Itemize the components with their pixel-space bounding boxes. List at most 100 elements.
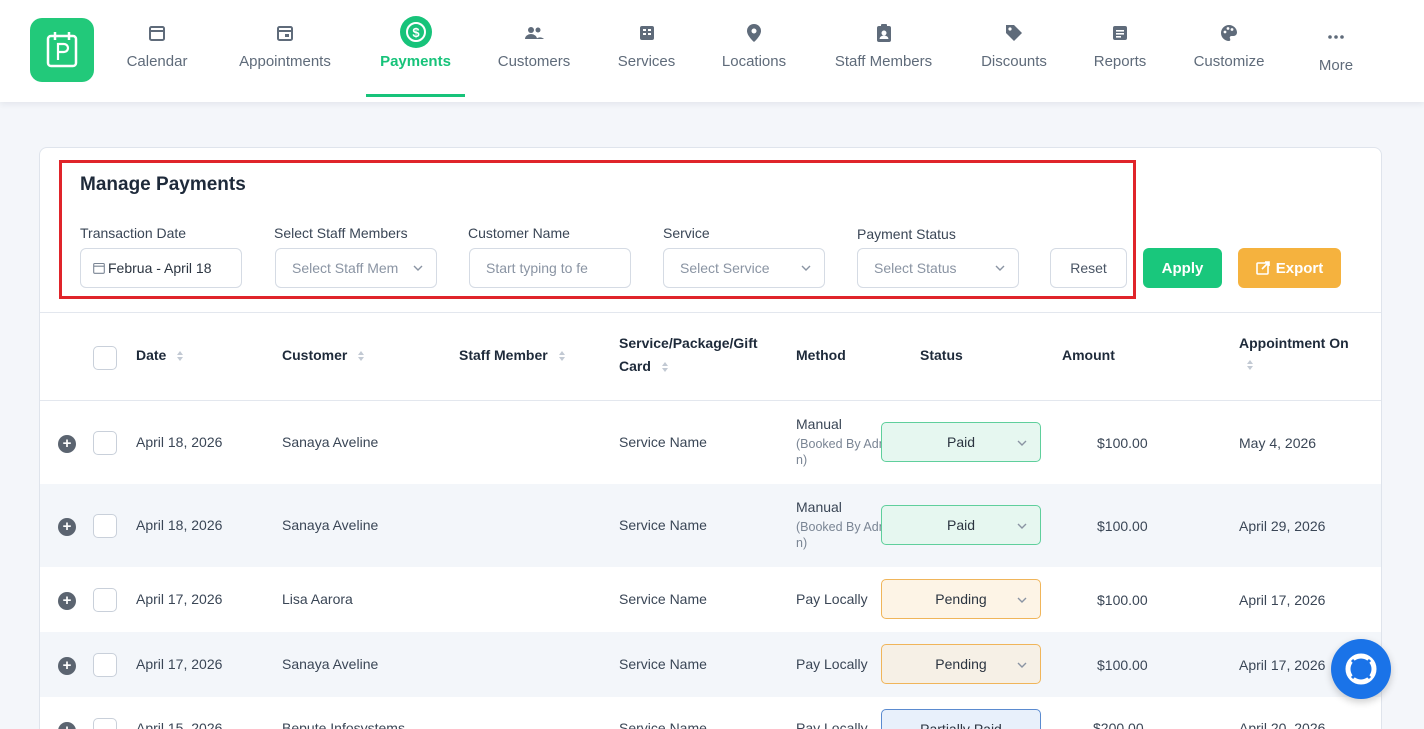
export-button-label: Export: [1275, 259, 1324, 277]
more-icon: [1328, 26, 1344, 48]
row-customer[interactable]: Sanaya Aveline: [282, 656, 378, 672]
row-status-select[interactable]: Paid: [881, 422, 1041, 462]
nav-label: Staff Members: [834, 53, 933, 70]
help-button[interactable]: [1331, 639, 1391, 699]
nav-payments[interactable]: $ Payments: [370, 0, 461, 102]
header-appointment-on[interactable]: Appointment On: [1239, 332, 1349, 378]
nav-label: Payments: [380, 53, 451, 70]
header-appointment-label: Appointment On: [1239, 335, 1349, 351]
service-select-placeholder: Select Service: [680, 260, 770, 276]
row-date: April 15, 2026: [136, 720, 223, 729]
row-customer[interactable]: Lisa Aarora: [282, 591, 353, 607]
expand-row-icon[interactable]: +: [58, 657, 76, 675]
row-customer[interactable]: Bepute Infosystems: [282, 720, 405, 729]
row-amount: $100.00: [1097, 657, 1148, 673]
row-amount: $100.00: [1097, 592, 1148, 608]
payment-status-select[interactable]: Select Status: [857, 248, 1019, 288]
nav-label: Locations: [721, 53, 787, 70]
svg-text:$: $: [412, 25, 420, 40]
header-service-label-2: Card: [619, 358, 651, 374]
nav-customers[interactable]: Customers: [495, 0, 573, 102]
report-icon: [1112, 22, 1128, 44]
row-appointment-date: April 17, 2026: [1239, 657, 1326, 673]
palette-icon: [1220, 22, 1238, 44]
row-checkbox[interactable]: [93, 431, 117, 455]
row-customer[interactable]: Sanaya Aveline: [282, 434, 378, 450]
header-customer[interactable]: Customer: [282, 344, 365, 367]
service-select[interactable]: Select Service: [663, 248, 825, 288]
nav-services[interactable]: Services: [617, 0, 676, 102]
chevron-down-icon: [801, 265, 811, 271]
row-checkbox[interactable]: [93, 653, 117, 677]
apply-button[interactable]: Apply: [1143, 248, 1222, 288]
row-method-sub-2: n): [796, 536, 808, 550]
expand-row-icon[interactable]: +: [58, 592, 76, 610]
expand-row-icon[interactable]: +: [58, 435, 76, 453]
nav-more[interactable]: More: [1314, 0, 1358, 102]
table-row: [40, 401, 1381, 484]
nav-appointments[interactable]: Appointments: [235, 0, 335, 102]
nav-calendar[interactable]: Calendar: [124, 0, 190, 102]
staff-filter-label: Select Staff Members: [274, 225, 408, 241]
top-navigation: Calendar Appointments $ Payments Custome…: [0, 0, 1424, 102]
row-status-label: Partially Paid: [920, 721, 1002, 729]
list-icon: [639, 22, 655, 44]
nav-customize[interactable]: Customize: [1191, 0, 1267, 102]
table-row: [40, 484, 1381, 567]
staff-select[interactable]: Select Staff Mem: [275, 248, 437, 288]
nav-label: Services: [617, 53, 676, 70]
row-status-label: Paid: [946, 434, 976, 450]
header-staff-label: Staff Member: [459, 347, 548, 363]
app-logo[interactable]: [30, 18, 94, 82]
row-checkbox[interactable]: [93, 588, 117, 612]
row-appointment-date: April 20, 2026: [1239, 720, 1326, 729]
row-status-select[interactable]: Pending: [881, 579, 1041, 619]
row-date: April 17, 2026: [136, 656, 223, 672]
header-staff-member[interactable]: Staff Member: [459, 344, 566, 367]
row-method: Manual (Booked By Admi n): [796, 499, 892, 551]
select-all-checkbox[interactable]: [93, 346, 117, 370]
transaction-date-value: Februa - April 18: [108, 260, 212, 276]
row-method: Manual (Booked By Admi n): [796, 416, 892, 468]
header-amount: Amount: [1062, 347, 1115, 363]
row-status-select[interactable]: Pending: [881, 644, 1041, 684]
page-title: Manage Payments: [80, 174, 246, 195]
row-method: Pay Locally: [796, 656, 868, 672]
sort-icon: [558, 351, 565, 362]
row-customer[interactable]: Sanaya Aveline: [282, 517, 378, 533]
chevron-down-icon: [413, 265, 423, 271]
nav-label: More: [1318, 57, 1354, 74]
row-status-select[interactable]: Paid: [881, 505, 1041, 545]
customer-name-placeholder: Start typing to fe: [486, 260, 588, 276]
row-status-label: Paid: [946, 517, 976, 533]
row-method: Pay Locally: [796, 720, 868, 729]
dollar-icon: $: [399, 16, 432, 48]
expand-row-icon[interactable]: +: [58, 518, 76, 536]
calendar-check-icon: [276, 22, 294, 44]
table-row: [40, 632, 1381, 697]
header-service[interactable]: Service/Package/Gift Card: [619, 332, 758, 378]
chevron-down-icon: [1017, 662, 1027, 668]
pin-icon: [747, 22, 761, 44]
header-date-label: Date: [136, 347, 167, 363]
row-method: Pay Locally: [796, 591, 868, 607]
row-service: Service Name: [619, 720, 707, 729]
reset-button[interactable]: Reset: [1050, 248, 1127, 288]
row-checkbox[interactable]: [93, 718, 117, 729]
row-appointment-date: April 29, 2026: [1239, 518, 1326, 534]
row-amount: $100.00: [1097, 518, 1148, 534]
nav-discounts[interactable]: Discounts: [979, 0, 1049, 102]
customer-name-input[interactable]: Start typing to fe: [469, 248, 631, 288]
nav-locations[interactable]: Locations: [720, 0, 788, 102]
nav-reports[interactable]: Reports: [1093, 0, 1147, 102]
export-button[interactable]: Export: [1238, 248, 1341, 288]
header-date[interactable]: Date: [136, 344, 184, 367]
row-checkbox[interactable]: [93, 514, 117, 538]
transaction-date-picker[interactable]: Februa - April 18: [80, 248, 242, 288]
customer-filter-label: Customer Name: [468, 225, 570, 241]
row-service: Service Name: [619, 434, 707, 450]
row-status-select[interactable]: Partially Paid: [881, 709, 1041, 729]
chevron-down-icon: [1017, 597, 1027, 603]
nav-staff-members[interactable]: Staff Members: [832, 0, 935, 102]
payment-status-placeholder: Select Status: [874, 260, 957, 276]
